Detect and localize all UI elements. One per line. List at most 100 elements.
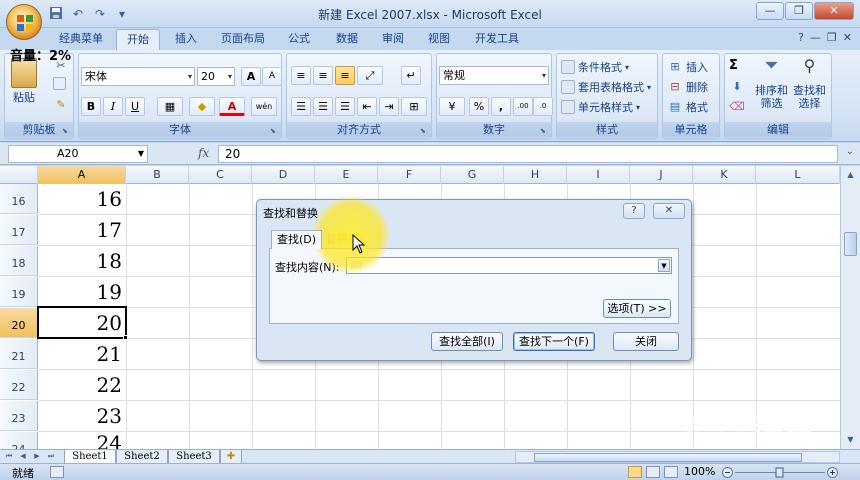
align-left-button[interactable]: ☰ [291,97,311,116]
ribbon-minimize-icon[interactable]: — [810,31,821,44]
row-header[interactable]: 23 [0,401,38,431]
tab-review[interactable]: 审阅 [374,29,412,50]
next-sheet-icon[interactable]: ▶ [30,450,44,463]
comma-button[interactable]: , [491,97,511,116]
cell-a17[interactable]: 17 [38,215,126,245]
font-color-button[interactable]: A [219,97,245,116]
name-box[interactable]: A20 ▼ [8,145,148,163]
close-dialog-button[interactable]: 关闭 [613,332,679,351]
macro-record-icon[interactable] [50,466,64,478]
align-bottom-button[interactable]: ≡ [335,66,355,85]
scroll-down-icon[interactable]: ▼ [843,433,858,447]
row-header[interactable]: 19 [0,277,38,307]
find-next-button[interactable]: 查找下一个(F) [513,332,595,351]
tab-insert[interactable]: 插入 [166,29,206,50]
row-header[interactable]: 20 [0,308,38,338]
paste-button[interactable]: 粘贴 [11,58,37,105]
insert-function-icon[interactable]: fx [198,146,209,160]
row-header[interactable]: 16 [0,184,38,214]
normal-view-icon[interactable] [628,466,642,478]
cell-a24[interactable]: 24 [38,428,126,449]
tab-home[interactable]: 开始 [116,29,160,50]
shrink-font-button[interactable]: A [262,67,282,86]
page-layout-view-icon[interactable] [646,466,660,478]
autosum-button[interactable]: Σ [729,58,738,73]
ribbon-close-icon[interactable]: ✕ [843,31,852,44]
column-header[interactable]: A [38,166,126,184]
horizontal-scroll-thumb[interactable] [534,453,802,462]
find-select-button[interactable]: ⚲ 查找和 选择 [793,58,826,111]
column-header[interactable]: H [504,166,567,184]
row-header[interactable]: 21 [0,339,38,369]
clear-icon[interactable]: ⌫ [729,99,745,115]
increase-decimal-button[interactable]: .00 [513,97,533,116]
percent-button[interactable]: % [469,97,489,116]
phonetic-button[interactable]: wén [251,97,277,116]
sort-filter-button[interactable]: ⏷ 排序和 筛选 [755,57,788,111]
vertical-scrollbar[interactable]: ▲ ▼ [840,166,860,449]
sheet-tab-sheet1[interactable]: Sheet1 [64,450,116,464]
dialog-help-button[interactable]: ? [623,203,645,219]
minimize-button[interactable]: — [756,2,784,20]
first-sheet-icon[interactable]: ⏮ [2,450,16,463]
cell-a16[interactable]: 16 [38,184,126,214]
find-what-input[interactable]: 20 ▼ [346,257,672,274]
cell-a19[interactable]: 19 [38,277,126,307]
options-button[interactable]: 选项(T) >> [603,299,671,318]
ribbon-restore-icon[interactable]: ❐ [827,31,837,44]
merge-center-button[interactable]: ⊞ [401,97,427,116]
copy-icon[interactable] [53,77,66,90]
delete-cells-button[interactable]: ⊟ 删除 [667,79,708,95]
align-right-button[interactable]: ☰ [335,97,355,116]
sheet-tab-sheet3[interactable]: Sheet3 [168,450,220,464]
column-header[interactable]: K [693,166,756,184]
row-header[interactable]: 22 [0,370,38,400]
cell-a23[interactable]: 23 [38,401,126,431]
bold-button[interactable]: B [81,97,101,116]
select-all-corner[interactable] [0,166,38,184]
sheet-tab-sheet2[interactable]: Sheet2 [116,450,168,464]
zoom-level[interactable]: 100% [684,465,715,478]
tab-formulas[interactable]: 公式 [280,29,318,50]
underline-button[interactable]: U [125,97,145,116]
align-center-button[interactable]: ☰ [313,97,333,116]
column-header[interactable]: L [756,166,840,184]
font-launcher-icon[interactable]: ⬊ [270,127,279,136]
row-header[interactable]: 17 [0,215,38,245]
chevron-down-icon[interactable]: ▼ [658,259,670,272]
fill-color-button[interactable]: ◆ [189,97,215,116]
page-break-view-icon[interactable] [664,466,678,478]
alignment-launcher-icon[interactable]: ⬊ [420,127,429,136]
italic-button[interactable]: I [103,97,123,116]
expand-formula-bar-icon[interactable]: ⌄ [846,146,854,157]
vertical-scroll-thumb[interactable] [844,232,857,256]
maximize-button[interactable]: ❐ [785,2,813,20]
column-header[interactable]: D [252,166,315,184]
office-button[interactable] [6,4,42,40]
number-format-combo[interactable]: 常规 ▾ [439,66,549,85]
clipboard-launcher-icon[interactable]: ⬊ [62,127,71,136]
formula-input[interactable]: 20 [218,145,838,163]
decrease-decimal-button[interactable]: .0 [533,97,553,116]
zoom-slider[interactable] [722,467,838,478]
horizontal-scrollbar[interactable] [515,451,840,463]
tab-page-layout[interactable]: 页面布局 [214,29,272,50]
column-header[interactable]: J [630,166,693,184]
borders-button[interactable]: ▦ [157,97,183,116]
find-all-button[interactable]: 查找全部(I) [431,332,503,351]
column-header[interactable]: C [189,166,252,184]
insert-cells-button[interactable]: ⊞ 插入 [667,59,708,75]
close-button[interactable]: ✕ [814,2,854,20]
grow-font-button[interactable]: A [241,67,261,86]
scroll-up-icon[interactable]: ▲ [843,168,858,182]
format-cells-button[interactable]: ▤ 格式 [667,99,708,115]
cell-a22[interactable]: 22 [38,370,126,400]
column-header[interactable]: G [441,166,504,184]
column-header[interactable]: I [567,166,630,184]
font-name-combo[interactable]: 宋体 ▾ [81,67,195,86]
row-header[interactable]: 24 [0,432,38,449]
tab-data[interactable]: 数据 [328,29,366,50]
tab-find[interactable]: 查找(D) [271,230,323,249]
font-size-combo[interactable]: 20 ▾ [197,67,235,86]
number-launcher-icon[interactable]: ⬊ [540,127,549,136]
